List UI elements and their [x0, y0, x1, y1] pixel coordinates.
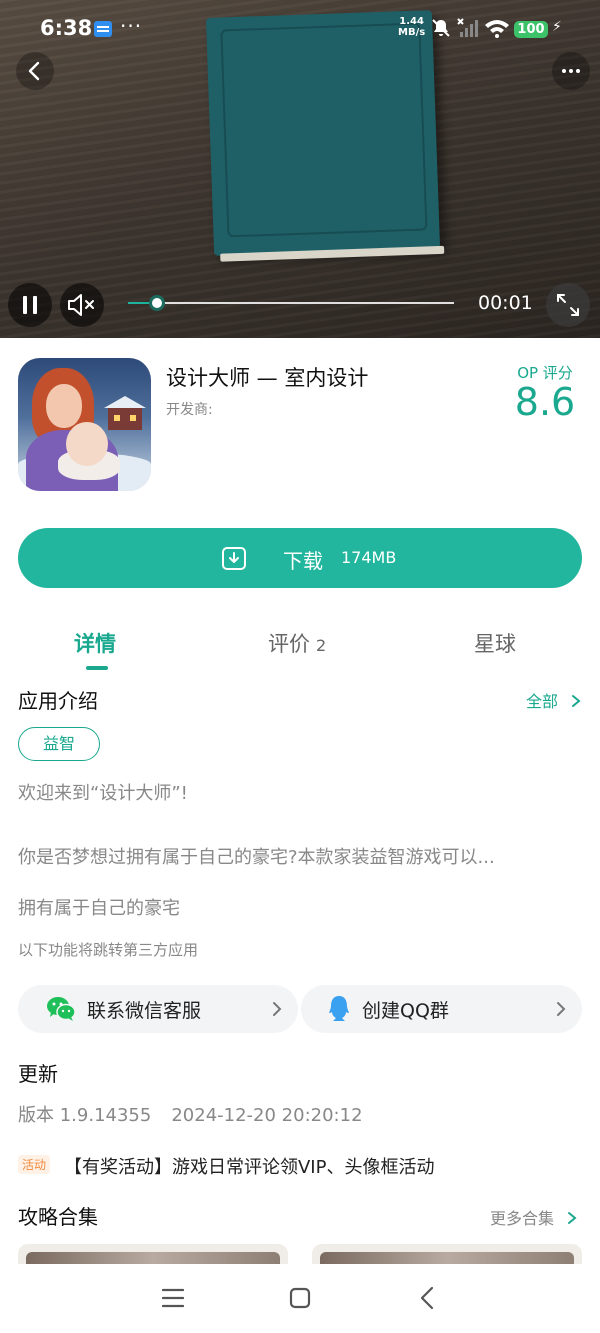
- download-label: 下载: [283, 549, 323, 573]
- status-time: 6:38: [40, 16, 93, 40]
- tab-planet[interactable]: 星球: [474, 628, 516, 658]
- update-section-title: 更新: [18, 1062, 58, 1086]
- signal-icon: [457, 18, 478, 37]
- chevron-right-icon: [572, 695, 581, 707]
- system-back-icon[interactable]: [418, 1286, 436, 1310]
- charging-icon: ⚡: [552, 19, 562, 35]
- intro-all-label: 全部: [526, 692, 559, 711]
- network-speed-value: 1.44: [399, 16, 424, 27]
- activity-link[interactable]: 【有奖活动】游戏日常评论领VIP、头像框活动: [64, 1153, 434, 1179]
- score-value: 8.6: [514, 380, 576, 424]
- network-speed: 1.44 MB/s: [398, 16, 425, 38]
- version-info: 版本 1.9.14355 2024-12-20 20:20:12: [18, 1101, 363, 1127]
- more-options-button[interactable]: [552, 52, 590, 90]
- guide-card[interactable]: [312, 1244, 582, 1264]
- chevron-right-icon: [273, 1002, 282, 1016]
- volume-muted-icon: [68, 294, 94, 316]
- network-speed-unit: MB/s: [398, 27, 426, 38]
- download-icon: [222, 547, 246, 570]
- app-icon: [18, 358, 151, 491]
- intro-line-2: 你是否梦想过拥有属于自己的豪宅?本款家装益智游戏可以...: [18, 847, 495, 868]
- download-size: 174MB: [341, 548, 397, 567]
- fullscreen-button[interactable]: [546, 283, 590, 327]
- tab-reviews-count: 2: [316, 636, 327, 655]
- battery-indicator: 100: [514, 21, 548, 38]
- qq-penguin-icon: [329, 996, 349, 1021]
- guides-section-title: 攻略合集: [18, 1205, 98, 1229]
- video-progress-track[interactable]: [128, 302, 454, 304]
- bell-muted-icon: [432, 19, 450, 37]
- intro-line-3: 拥有属于自己的豪宅: [18, 898, 180, 919]
- pause-button[interactable]: [8, 283, 52, 327]
- intro-all-link[interactable]: 全部: [526, 688, 583, 712]
- video-elapsed-time: 00:01: [478, 292, 533, 314]
- tab-reviews[interactable]: 评价 2: [268, 628, 326, 658]
- guide-card[interactable]: [18, 1244, 288, 1264]
- version-number: 版本 1.9.14355: [18, 1105, 152, 1126]
- category-tag[interactable]: 益智: [18, 727, 100, 761]
- developer-label: 开发商:: [166, 402, 213, 418]
- activity-badge: 活动: [18, 1155, 51, 1174]
- more-guides-link[interactable]: 更多合集: [490, 1205, 579, 1229]
- tab-reviews-label: 评价: [268, 632, 310, 656]
- status-bar: 6:38 ··· 1.44 MB/s 100 ⚡: [0, 0, 600, 60]
- back-button[interactable]: [16, 52, 54, 90]
- intro-section-title: 应用介绍: [18, 689, 98, 713]
- wifi-icon: [485, 20, 509, 38]
- active-tab-indicator: [86, 666, 108, 670]
- video-progress-thumb[interactable]: [149, 295, 166, 311]
- fullscreen-icon: [557, 294, 579, 316]
- message-app-icon: [94, 21, 112, 37]
- system-navigation-bar: [0, 1264, 600, 1333]
- recent-apps-menu-icon[interactable]: [162, 1288, 184, 1308]
- wechat-service-label: 联系微信客服: [87, 1000, 202, 1022]
- intro-line-1: 欢迎来到“设计大师”!: [18, 783, 188, 804]
- mute-button[interactable]: [60, 283, 104, 327]
- wechat-icon: [47, 997, 76, 1021]
- more-horizontal-icon: [562, 69, 580, 73]
- third-party-note: 以下功能将跳转第三方应用: [18, 941, 199, 959]
- create-qq-group-button[interactable]: 创建QQ群: [301, 985, 582, 1033]
- chevron-right-icon: [557, 1002, 566, 1016]
- home-icon[interactable]: [289, 1287, 311, 1309]
- chevron-left-icon: [28, 61, 40, 81]
- more-guides-label: 更多合集: [490, 1209, 555, 1228]
- chevron-right-icon: [568, 1212, 577, 1224]
- tab-details[interactable]: 详情: [74, 628, 116, 658]
- download-button[interactable]: 下载 174MB: [18, 528, 582, 588]
- create-qq-group-label: 创建QQ群: [362, 1000, 449, 1022]
- update-date: 2024-12-20 20:20:12: [171, 1105, 363, 1126]
- app-title: 设计大师 — 室内设计: [166, 366, 369, 390]
- status-more-dots: ···: [120, 14, 143, 38]
- wechat-service-button[interactable]: 联系微信客服: [18, 985, 298, 1033]
- video-player[interactable]: 6:38 ··· 1.44 MB/s 100 ⚡ 00:01: [0, 0, 600, 338]
